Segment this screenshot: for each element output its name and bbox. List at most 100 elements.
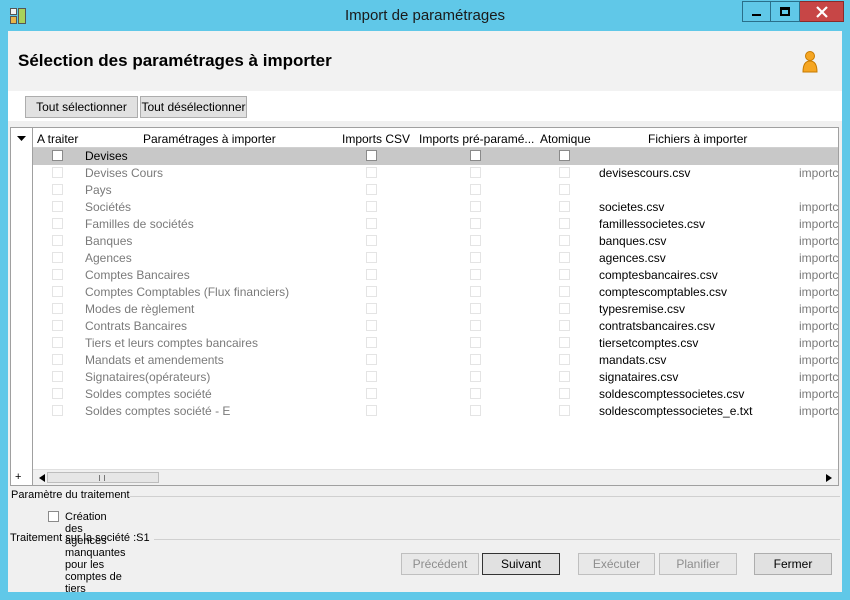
a-traiter-checkbox[interactable] [52, 218, 63, 229]
imports-csv-checkbox[interactable] [366, 201, 377, 212]
next-button[interactable]: Suivant [482, 553, 560, 575]
execute-button[interactable]: Exécuter [578, 553, 655, 575]
atomique-checkbox[interactable] [559, 388, 570, 399]
a-traiter-checkbox[interactable] [52, 184, 63, 195]
table-row[interactable]: Modes de règlement typesremise.csv importc [33, 301, 838, 318]
imports-csv-checkbox[interactable] [366, 235, 377, 246]
atomique-checkbox[interactable] [559, 150, 570, 161]
schedule-button[interactable]: Planifier [659, 553, 737, 575]
column-header-parametrages[interactable]: Paramétrages à importer [143, 132, 276, 146]
table-row[interactable]: Mandats et amendements mandats.csv importc [33, 352, 838, 369]
table-row[interactable]: Comptes Bancaires comptesbancaires.csv imp… [33, 267, 838, 284]
atomique-checkbox[interactable] [559, 320, 570, 331]
atomique-checkbox[interactable] [559, 354, 570, 365]
imports-csv-checkbox[interactable] [366, 337, 377, 348]
atomique-checkbox[interactable] [559, 303, 570, 314]
imports-preparam-checkbox[interactable] [470, 337, 481, 348]
a-traiter-checkbox[interactable] [52, 150, 63, 161]
imports-csv-checkbox[interactable] [366, 405, 377, 416]
imports-csv-checkbox[interactable] [366, 320, 377, 331]
table-row[interactable]: Devises [33, 148, 838, 165]
imports-csv-checkbox[interactable] [366, 388, 377, 399]
minimize-button[interactable] [742, 1, 771, 22]
close-window-button[interactable] [800, 1, 844, 22]
title-bar[interactable]: Import de paramétrages [0, 0, 850, 31]
a-traiter-checkbox[interactable] [52, 269, 63, 280]
imports-csv-checkbox[interactable] [366, 167, 377, 178]
a-traiter-checkbox[interactable] [52, 371, 63, 382]
table-row[interactable]: Pays [33, 182, 838, 199]
atomique-checkbox[interactable] [559, 201, 570, 212]
atomique-checkbox[interactable] [559, 167, 570, 178]
expand-button[interactable]: + [15, 471, 21, 483]
table-row[interactable]: Contrats Bancaires contratsbancaires.csv i… [33, 318, 838, 335]
a-traiter-checkbox[interactable] [52, 286, 63, 297]
imports-preparam-checkbox[interactable] [470, 252, 481, 263]
select-all-button[interactable]: Tout sélectionner [25, 96, 138, 118]
column-header-imports-csv[interactable]: Imports CSV [342, 132, 410, 146]
imports-csv-checkbox[interactable] [366, 252, 377, 263]
atomique-checkbox[interactable] [559, 371, 570, 382]
create-agencies-checkbox[interactable] [48, 511, 59, 522]
column-header-fichiers[interactable]: Fichiers à importer [648, 132, 747, 146]
table-row[interactable]: Soldes comptes société - E soldescomptess… [33, 403, 838, 420]
column-header-a-traiter[interactable]: A traiter [37, 132, 78, 146]
atomique-checkbox[interactable] [559, 235, 570, 246]
imports-csv-checkbox[interactable] [366, 150, 377, 161]
close-button[interactable]: Fermer [754, 553, 832, 575]
imports-preparam-checkbox[interactable] [470, 218, 481, 229]
imports-csv-checkbox[interactable] [366, 354, 377, 365]
column-header-atomique[interactable]: Atomique [540, 132, 591, 146]
imports-preparam-checkbox[interactable] [470, 235, 481, 246]
imports-preparam-checkbox[interactable] [470, 354, 481, 365]
parameters-grid[interactable]: + A traiter Paramétrages à importer Impo… [10, 127, 839, 486]
imports-csv-checkbox[interactable] [366, 286, 377, 297]
imports-preparam-checkbox[interactable] [470, 286, 481, 297]
previous-button[interactable]: Précédent [401, 553, 479, 575]
imports-csv-checkbox[interactable] [366, 184, 377, 195]
a-traiter-checkbox[interactable] [52, 354, 63, 365]
table-row[interactable]: Comptes Comptables (Flux financiers) comp… [33, 284, 838, 301]
horizontal-scrollbar[interactable] [33, 469, 838, 485]
a-traiter-checkbox[interactable] [52, 167, 63, 178]
table-row[interactable]: Familles de sociétés famillessocietes.csv… [33, 216, 838, 233]
imports-preparam-checkbox[interactable] [470, 303, 481, 314]
imports-csv-checkbox[interactable] [366, 303, 377, 314]
table-row[interactable]: Sociétés societes.csv importc [33, 199, 838, 216]
table-row[interactable]: Agences agences.csv importc [33, 250, 838, 267]
deselect-all-button[interactable]: Tout désélectionner [140, 96, 247, 118]
imports-preparam-checkbox[interactable] [470, 405, 481, 416]
imports-preparam-checkbox[interactable] [470, 167, 481, 178]
table-row[interactable]: Signataires(opérateurs) signataires.csv im… [33, 369, 838, 386]
a-traiter-checkbox[interactable] [52, 388, 63, 399]
imports-preparam-checkbox[interactable] [470, 150, 481, 161]
imports-preparam-checkbox[interactable] [470, 201, 481, 212]
a-traiter-checkbox[interactable] [52, 235, 63, 246]
maximize-button[interactable] [771, 1, 800, 22]
atomique-checkbox[interactable] [559, 184, 570, 195]
atomique-checkbox[interactable] [559, 286, 570, 297]
a-traiter-checkbox[interactable] [52, 201, 63, 212]
scroll-right-icon[interactable] [826, 474, 832, 482]
atomique-checkbox[interactable] [559, 218, 570, 229]
atomique-checkbox[interactable] [559, 269, 570, 280]
imports-preparam-checkbox[interactable] [470, 388, 481, 399]
imports-csv-checkbox[interactable] [366, 269, 377, 280]
column-header-imports-preparam[interactable]: Imports pré-paramé... [419, 132, 534, 146]
scroll-left-icon[interactable] [39, 474, 45, 482]
imports-preparam-checkbox[interactable] [470, 371, 481, 382]
imports-preparam-checkbox[interactable] [470, 184, 481, 195]
dropdown-arrow-icon[interactable] [17, 136, 26, 142]
a-traiter-checkbox[interactable] [52, 337, 63, 348]
atomique-checkbox[interactable] [559, 337, 570, 348]
imports-preparam-checkbox[interactable] [470, 320, 481, 331]
table-row[interactable]: Soldes comptes société soldescomptessocie… [33, 386, 838, 403]
a-traiter-checkbox[interactable] [52, 405, 63, 416]
table-row[interactable]: Devises Cours devisescours.csv importc [33, 165, 838, 182]
table-row[interactable]: Tiers et leurs comptes bancaires tiersetc… [33, 335, 838, 352]
imports-preparam-checkbox[interactable] [470, 269, 481, 280]
a-traiter-checkbox[interactable] [52, 320, 63, 331]
scrollbar-thumb[interactable] [47, 472, 159, 483]
imports-csv-checkbox[interactable] [366, 218, 377, 229]
a-traiter-checkbox[interactable] [52, 252, 63, 263]
